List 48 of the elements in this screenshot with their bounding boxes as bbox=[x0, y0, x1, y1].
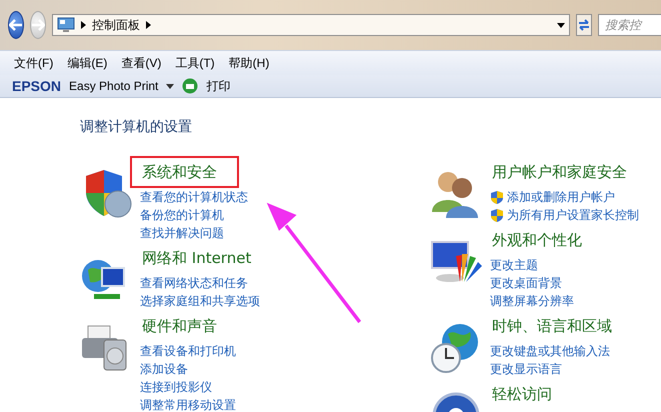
chevron-icon bbox=[146, 21, 151, 29]
task-link[interactable]: 查看您的计算机状态 bbox=[140, 188, 248, 206]
printer-icon bbox=[182, 78, 198, 94]
task-link[interactable]: 查看设备和打印机 bbox=[140, 342, 239, 360]
task-link[interactable]: 调整常用移动设置 bbox=[140, 396, 239, 412]
control-panel-icon bbox=[57, 17, 75, 33]
shield-icon bbox=[490, 208, 504, 222]
task-link[interactable]: 连接到投影仪 bbox=[140, 378, 239, 396]
page-heading: 调整计算机的设置 bbox=[80, 118, 193, 136]
app-menu-button[interactable]: Easy Photo Print bbox=[69, 79, 158, 93]
print-button[interactable]: 打印 bbox=[206, 78, 230, 94]
brand-logo: EPSON bbox=[12, 78, 62, 94]
task-link[interactable]: 添加或删除用户帐户 bbox=[490, 188, 649, 206]
dropdown-caret-icon[interactable] bbox=[557, 22, 565, 28]
category-title[interactable]: 用户帐户和家庭安全 bbox=[488, 156, 649, 188]
forward-arrow-icon bbox=[31, 19, 45, 31]
task-link[interactable]: 查看网络状态和任务 bbox=[140, 274, 274, 292]
task-link[interactable]: 更改显示语言 bbox=[490, 360, 634, 378]
address-bar[interactable]: 控制面板 bbox=[52, 14, 570, 36]
category-title[interactable]: 系统和安全 bbox=[130, 156, 239, 188]
category-title[interactable]: 时钟、语言和区域 bbox=[488, 310, 634, 342]
menu-item[interactable]: 编辑(E) bbox=[67, 54, 108, 72]
menu-item[interactable]: 帮助(H) bbox=[228, 54, 270, 72]
task-link[interactable]: 选择家庭组和共享选项 bbox=[140, 292, 274, 310]
task-link[interactable]: 查找并解决问题 bbox=[140, 224, 248, 242]
task-link[interactable]: 调整屏幕分辨率 bbox=[490, 292, 604, 310]
task-link[interactable]: 更改键盘或其他输入法 bbox=[490, 342, 634, 360]
task-link[interactable]: 更改桌面背景 bbox=[490, 274, 604, 292]
menu-item[interactable]: 工具(T) bbox=[175, 54, 215, 72]
breadcrumb-item[interactable]: 控制面板 bbox=[92, 16, 140, 34]
task-link[interactable]: 添加设备 bbox=[140, 360, 239, 378]
back-arrow-icon bbox=[9, 19, 23, 31]
chevron-icon bbox=[81, 21, 86, 29]
menu-item[interactable]: 文件(F) bbox=[14, 54, 54, 72]
refresh-button[interactable] bbox=[576, 14, 592, 36]
task-link[interactable]: 为所有用户设置家长控制 bbox=[490, 206, 649, 224]
category-title[interactable]: 轻松访问 bbox=[488, 378, 574, 410]
back-button[interactable] bbox=[8, 11, 24, 39]
task-link[interactable]: 更改主题 bbox=[490, 256, 604, 274]
category-title[interactable]: 外观和个性化 bbox=[488, 224, 604, 256]
refresh-icon bbox=[577, 19, 591, 31]
dropdown-caret-icon[interactable] bbox=[166, 84, 174, 88]
search-field[interactable]: 搜索控 bbox=[598, 14, 661, 36]
category-title[interactable]: 硬件和声音 bbox=[138, 310, 239, 342]
menu-item[interactable]: 查看(V) bbox=[121, 54, 162, 72]
category-title[interactable]: 网络和 Internet bbox=[138, 242, 274, 274]
shield-icon bbox=[490, 190, 504, 204]
task-link[interactable]: 备份您的计算机 bbox=[140, 206, 248, 224]
